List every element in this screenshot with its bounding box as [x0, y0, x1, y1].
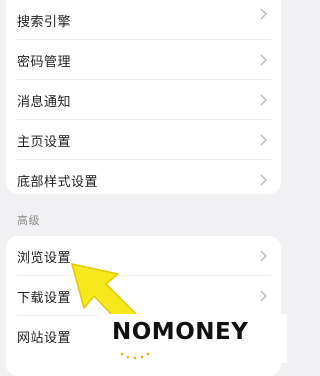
- settings-group-card: 搜索引擎 密码管理 消息通知 主页设置 底部样式设置: [6, 0, 281, 194]
- chevron-right-icon: [260, 290, 267, 302]
- chevron-right-icon: [260, 8, 267, 20]
- chevron-right-icon: [260, 250, 267, 262]
- watermark-logo: NOMONEY: [98, 314, 287, 363]
- row-homepage-settings[interactable]: 主页设置: [6, 120, 281, 160]
- chevron-right-icon: [260, 94, 267, 106]
- row-label: 网站设置: [17, 330, 72, 346]
- row-label: 消息通知: [17, 94, 72, 110]
- row-label: 搜索引擎: [17, 14, 72, 30]
- row-notifications[interactable]: 消息通知: [6, 80, 281, 120]
- section-label-advanced: 高级: [17, 214, 40, 227]
- row-password-manager[interactable]: 密码管理: [6, 40, 281, 80]
- row-label: 主页设置: [17, 134, 72, 150]
- row-browsing-settings[interactable]: 浏览设置: [6, 236, 281, 276]
- chevron-right-icon: [260, 174, 267, 186]
- chevron-right-icon: [260, 134, 267, 146]
- row-download-settings[interactable]: 下载设置: [6, 276, 281, 316]
- chevron-right-icon: [260, 54, 267, 66]
- row-label: 密码管理: [17, 54, 72, 70]
- row-search-engine[interactable]: 搜索引擎: [6, 0, 281, 40]
- watermark-dots-icon: [120, 352, 150, 360]
- row-label: 浏览设置: [17, 250, 72, 266]
- row-label: 下载设置: [17, 290, 72, 306]
- row-label: 底部样式设置: [17, 174, 99, 190]
- row-bottom-style-settings[interactable]: 底部样式设置: [6, 160, 281, 194]
